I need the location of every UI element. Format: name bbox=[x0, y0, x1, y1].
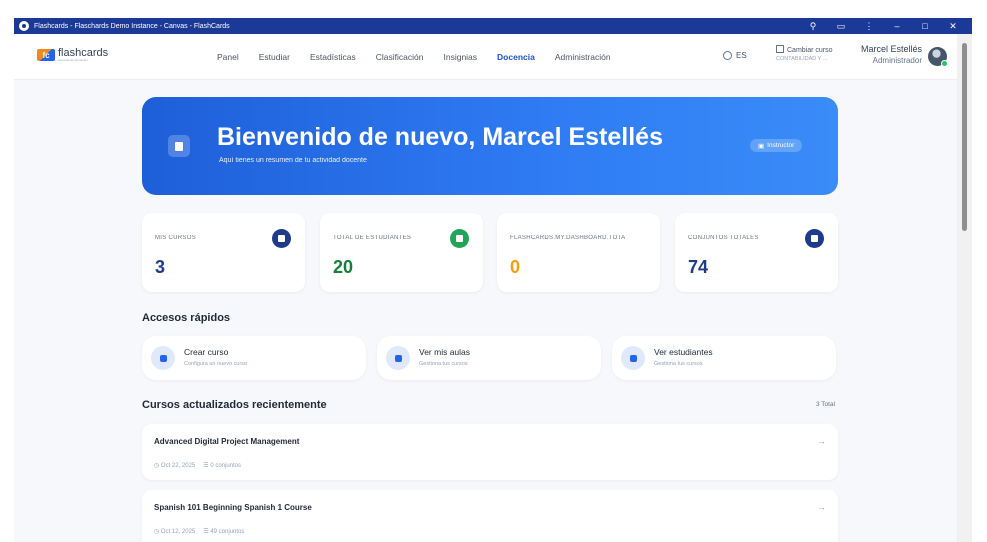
stat-label: CONJUNTOS TOTALES bbox=[688, 235, 759, 241]
course-name: Spanish 101 Beginning Spanish 1 Course bbox=[154, 503, 312, 512]
stat-card-students: TOTAL DE ESTUDIANTES 20 bbox=[320, 213, 483, 292]
app-icon bbox=[19, 21, 29, 31]
quick-item-title: Crear curso bbox=[184, 347, 229, 357]
brand-tagline: entornos de formación bbox=[58, 58, 88, 62]
window-titlebar: Flashcards - Flaschards Demo Instance - … bbox=[14, 18, 972, 34]
nav-clasificacion[interactable]: Clasificación bbox=[366, 52, 434, 62]
grid-icon bbox=[776, 45, 784, 53]
logo-mark: fc bbox=[37, 49, 55, 61]
course-card[interactable]: Spanish 101 Beginning Spanish 1 Course →… bbox=[142, 490, 838, 542]
stat-card-sets: CONJUNTOS TOTALES 74 bbox=[675, 213, 838, 292]
main-nav: Panel Estudiar Estadísticas Clasificació… bbox=[207, 34, 621, 80]
nav-estudiar[interactable]: Estudiar bbox=[249, 52, 300, 62]
course-sets: ☰ 0 conjuntos bbox=[203, 463, 242, 469]
chat-icon: ▣ bbox=[758, 142, 765, 150]
quick-item-title: Ver estudiantes bbox=[654, 347, 713, 357]
recent-courses-title: Cursos actualizados recientemente bbox=[142, 399, 327, 411]
graduation-cap-icon bbox=[272, 229, 291, 248]
user-name: Marcel Estellés bbox=[860, 44, 922, 54]
nav-panel[interactable]: Panel bbox=[207, 52, 249, 62]
stat-card-courses: MIS CURSOS 3 bbox=[142, 213, 305, 292]
minimize-button[interactable]: – bbox=[892, 21, 902, 31]
quick-item-subtitle: Gestiona tus cursos bbox=[654, 361, 703, 367]
arrow-right-icon[interactable]: → bbox=[817, 436, 826, 446]
extension-icon[interactable]: ▭ bbox=[836, 21, 846, 32]
stat-label: MIS CURSOS bbox=[155, 235, 197, 241]
stat-value: 74 bbox=[688, 257, 709, 277]
app-header: fc flashcards entornos de formación Pane… bbox=[14, 34, 957, 80]
language-code: ES bbox=[736, 51, 747, 60]
nav-estadisticas[interactable]: Estadísticas bbox=[300, 52, 366, 62]
quick-access-title: Accesos rápidos bbox=[142, 312, 231, 324]
role-badge: ▣ Instructor bbox=[750, 139, 803, 152]
quick-item-title: Ver mis aulas bbox=[419, 347, 471, 357]
users-icon bbox=[450, 229, 469, 248]
stat-value: 3 bbox=[155, 257, 166, 277]
layers-icon bbox=[805, 229, 824, 248]
course-card[interactable]: Advanced Digital Project Management → ◷ … bbox=[142, 424, 838, 480]
stat-label: TOTAL DE ESTUDIANTES bbox=[333, 235, 412, 241]
arrow-right-icon[interactable]: → bbox=[817, 502, 826, 512]
role-badge-label: Instructor bbox=[767, 142, 795, 149]
window-title: Flashcards - Flaschards Demo Instance - … bbox=[34, 22, 230, 30]
avatar[interactable] bbox=[928, 47, 948, 67]
course-date: ◷ Oct 12, 2025 bbox=[154, 529, 196, 535]
stat-value: 20 bbox=[333, 257, 354, 277]
current-course: CONTABILIDAD Y ... bbox=[776, 55, 828, 62]
nav-administracion[interactable]: Administración bbox=[545, 52, 621, 62]
course-date: ◷ Oct 22, 2025 bbox=[154, 463, 196, 469]
close-button[interactable]: ✕ bbox=[948, 21, 958, 32]
stat-value: 0 bbox=[510, 257, 521, 277]
switch-course-label: Cambiar curso bbox=[787, 47, 833, 54]
quick-view-classrooms[interactable]: Ver mis aulas Gestiona tus cursos bbox=[377, 336, 601, 380]
stat-card-flashcards: FLASHCARDS.MY.DASHBOARD.TOTALCAR 0 bbox=[497, 213, 660, 292]
dashboard-icon bbox=[168, 135, 190, 157]
search-icon[interactable]: ⚲ bbox=[808, 21, 818, 32]
globe-icon bbox=[723, 51, 732, 60]
user-role: Administrador bbox=[872, 55, 922, 65]
quick-create-course[interactable]: Crear curso Configura un nuevo curso bbox=[142, 336, 366, 380]
quick-item-subtitle: Configura un nuevo curso bbox=[184, 361, 247, 367]
scrollbar-thumb[interactable] bbox=[962, 43, 967, 231]
monitor-icon bbox=[386, 346, 410, 370]
maximize-button[interactable]: □ bbox=[920, 21, 930, 31]
language-selector[interactable]: ES bbox=[723, 51, 747, 60]
welcome-banner: Bienvenido de nuevo, Marcel Estellés Aqu… bbox=[142, 97, 838, 195]
plus-circle-icon bbox=[151, 346, 175, 370]
switch-course-button[interactable]: Cambiar curso CONTABILIDAD Y ... bbox=[776, 45, 833, 63]
nav-docencia[interactable]: Docencia bbox=[487, 52, 545, 62]
quick-item-subtitle: Gestiona tus cursos bbox=[419, 361, 468, 367]
course-name: Advanced Digital Project Management bbox=[154, 437, 300, 446]
quick-view-students[interactable]: Ver estudiantes Gestiona tus cursos bbox=[612, 336, 836, 380]
recent-courses-total: 3 Total bbox=[816, 401, 836, 408]
nav-insignias[interactable]: Insignias bbox=[433, 52, 487, 62]
users-icon bbox=[621, 346, 645, 370]
welcome-subtitle: Aquí tienes un resumen de tu actividad d… bbox=[219, 157, 367, 164]
more-menu-icon[interactable]: ⋮ bbox=[864, 21, 874, 32]
brand-logo[interactable]: fc flashcards entornos de formación bbox=[37, 48, 108, 62]
course-sets: ☰ 49 conjuntos bbox=[203, 529, 245, 535]
welcome-title: Bienvenido de nuevo, Marcel Estellés bbox=[217, 123, 663, 151]
stat-label: FLASHCARDS.MY.DASHBOARD.TOTALCAR bbox=[510, 235, 625, 241]
user-menu[interactable]: Marcel Estellés Administrador bbox=[861, 44, 922, 66]
